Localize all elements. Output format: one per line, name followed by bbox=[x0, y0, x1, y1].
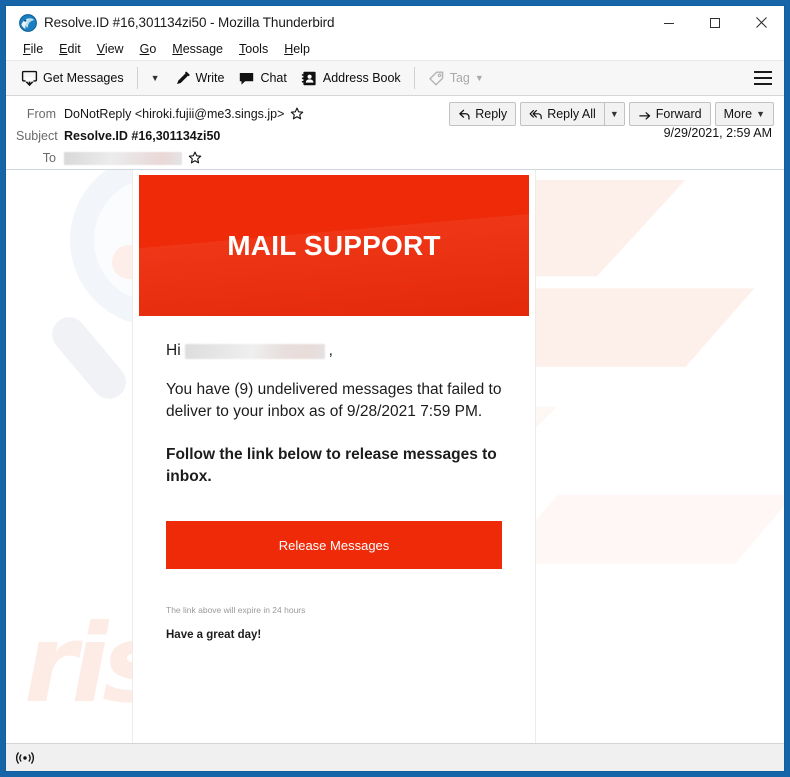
subject-row: Subject Resolve.ID #16,301134zi50 bbox=[16, 125, 774, 147]
hamburger-icon-bar bbox=[754, 82, 772, 85]
menu-bar: File Edit View Go Message Tools Help bbox=[6, 39, 784, 61]
greeting-suffix: , bbox=[328, 342, 333, 359]
tag-button[interactable]: Tag ▼ bbox=[421, 65, 491, 92]
chat-bubble-icon bbox=[238, 70, 255, 87]
card-bottom-spacer bbox=[166, 641, 502, 685]
menu-message[interactable]: Message bbox=[164, 41, 231, 58]
close-icon bbox=[755, 17, 767, 28]
to-value bbox=[64, 151, 202, 165]
maximize-icon bbox=[710, 17, 720, 28]
reply-icon bbox=[459, 109, 470, 120]
address-book-label: Address Book bbox=[322, 71, 401, 85]
message-header: From DoNotReply <hiroki.fujii@me3.sings.… bbox=[6, 96, 784, 170]
from-address: DoNotReply <hiroki.fujii@me3.sings.jp> bbox=[64, 107, 285, 121]
chevron-down-icon: ▼ bbox=[609, 109, 619, 119]
reply-all-dropdown[interactable]: ▼ bbox=[603, 102, 625, 126]
star-icon[interactable] bbox=[188, 151, 202, 165]
get-messages-button[interactable]: Get Messages bbox=[14, 65, 131, 92]
more-button[interactable]: More ▼ bbox=[714, 102, 774, 126]
menu-file[interactable]: File bbox=[15, 41, 51, 58]
release-messages-button[interactable]: Release Messages bbox=[166, 521, 502, 569]
message-date: 9/29/2021, 2:59 AM bbox=[663, 126, 772, 140]
minimize-button[interactable] bbox=[646, 6, 692, 39]
forward-label: Forward bbox=[655, 107, 702, 121]
tag-label: Tag bbox=[449, 71, 470, 85]
reply-all-button[interactable]: Reply All bbox=[520, 102, 604, 126]
thunderbird-icon bbox=[19, 13, 37, 32]
star-icon[interactable] bbox=[290, 107, 304, 121]
close-button[interactable] bbox=[738, 6, 784, 39]
hamburger-icon-bar bbox=[754, 76, 772, 80]
tag-icon bbox=[428, 70, 445, 87]
chevron-down-icon: ▼ bbox=[474, 73, 484, 83]
chevron-down-icon: ▼ bbox=[756, 109, 765, 119]
banner-sheen bbox=[139, 208, 529, 316]
banner-title: MAIL SUPPORT bbox=[227, 229, 441, 261]
chevron-down-icon: ▼ bbox=[150, 73, 160, 83]
toolbar-divider bbox=[136, 67, 138, 89]
menu-edit[interactable]: Edit bbox=[51, 41, 89, 58]
status-bar bbox=[6, 743, 784, 771]
subject-label: Subject bbox=[16, 129, 58, 143]
message-actions: Reply Reply All ▼ Forward More ▼ bbox=[449, 102, 774, 126]
from-value: DoNotReply <hiroki.fujii@me3.sings.jp> bbox=[64, 107, 304, 121]
reply-all-label: Reply All bbox=[547, 107, 596, 121]
get-messages-label: Get Messages bbox=[43, 71, 124, 85]
more-label: More bbox=[723, 107, 753, 121]
forward-button[interactable]: Forward bbox=[628, 102, 711, 126]
expiry-note: The link above will expire in 24 hours bbox=[166, 605, 306, 615]
thunderbird-window: Resolve.ID #16,301134zi50 - Mozilla Thun… bbox=[5, 5, 785, 772]
subject-value: Resolve.ID #16,301134zi50 bbox=[64, 129, 221, 143]
write-label: Write bbox=[195, 71, 225, 85]
get-messages-dropdown[interactable]: ▼ bbox=[144, 65, 167, 92]
email-paragraph-1: You have (9) undelivered messages that f… bbox=[166, 381, 502, 420]
menu-view[interactable]: View bbox=[89, 41, 132, 58]
email-banner: MAIL SUPPORT bbox=[139, 175, 529, 316]
message-body-pane: risk.com MAIL SUPPORT Hi , You have (9) … bbox=[6, 170, 784, 743]
menu-go[interactable]: Go bbox=[132, 41, 165, 58]
to-row: To bbox=[16, 147, 774, 169]
write-button[interactable]: Write bbox=[167, 65, 232, 92]
menu-help[interactable]: Help bbox=[276, 41, 318, 58]
redacted-recipient bbox=[64, 151, 182, 165]
hamburger-icon-bar bbox=[754, 71, 772, 74]
chat-button[interactable]: Chat bbox=[231, 65, 293, 92]
reply-label: Reply bbox=[475, 107, 508, 121]
forward-arrow-icon bbox=[639, 111, 650, 120]
minimize-icon bbox=[664, 22, 674, 24]
signoff-text: Have a great day! bbox=[166, 629, 262, 641]
maximize-button[interactable] bbox=[692, 6, 738, 39]
get-messages-icon bbox=[21, 70, 38, 87]
window-title: Resolve.ID #16,301134zi50 - Mozilla Thun… bbox=[44, 15, 335, 30]
greeting-line: Hi , bbox=[166, 342, 502, 360]
email-card: MAIL SUPPORT Hi , You have (9) undeliver… bbox=[132, 170, 536, 743]
address-book-button[interactable]: Address Book bbox=[294, 65, 408, 92]
app-menu-button[interactable] bbox=[754, 71, 772, 85]
redacted-name bbox=[184, 343, 325, 359]
chat-label: Chat bbox=[260, 71, 287, 85]
email-paragraph-2: Follow the link below to release message… bbox=[166, 446, 497, 485]
toolbar-divider-2 bbox=[413, 67, 415, 89]
reply-button[interactable]: Reply bbox=[449, 102, 517, 126]
menu-tools[interactable]: Tools bbox=[231, 41, 276, 58]
main-toolbar: Get Messages ▼ Write Chat Address Book T… bbox=[6, 61, 784, 96]
release-messages-label: Release Messages bbox=[278, 537, 390, 553]
from-label: From bbox=[26, 107, 56, 121]
to-label: To bbox=[42, 151, 56, 165]
title-bar: Resolve.ID #16,301134zi50 - Mozilla Thun… bbox=[6, 6, 784, 39]
address-book-icon bbox=[301, 70, 318, 87]
pencil-icon bbox=[174, 70, 191, 87]
rss-broadcast-icon[interactable] bbox=[15, 750, 35, 766]
greeting-prefix: Hi bbox=[166, 342, 181, 359]
window-controls bbox=[646, 6, 784, 39]
reply-all-icon bbox=[529, 109, 542, 119]
email-content: Hi , You have (9) undelivered messages t… bbox=[133, 316, 535, 685]
